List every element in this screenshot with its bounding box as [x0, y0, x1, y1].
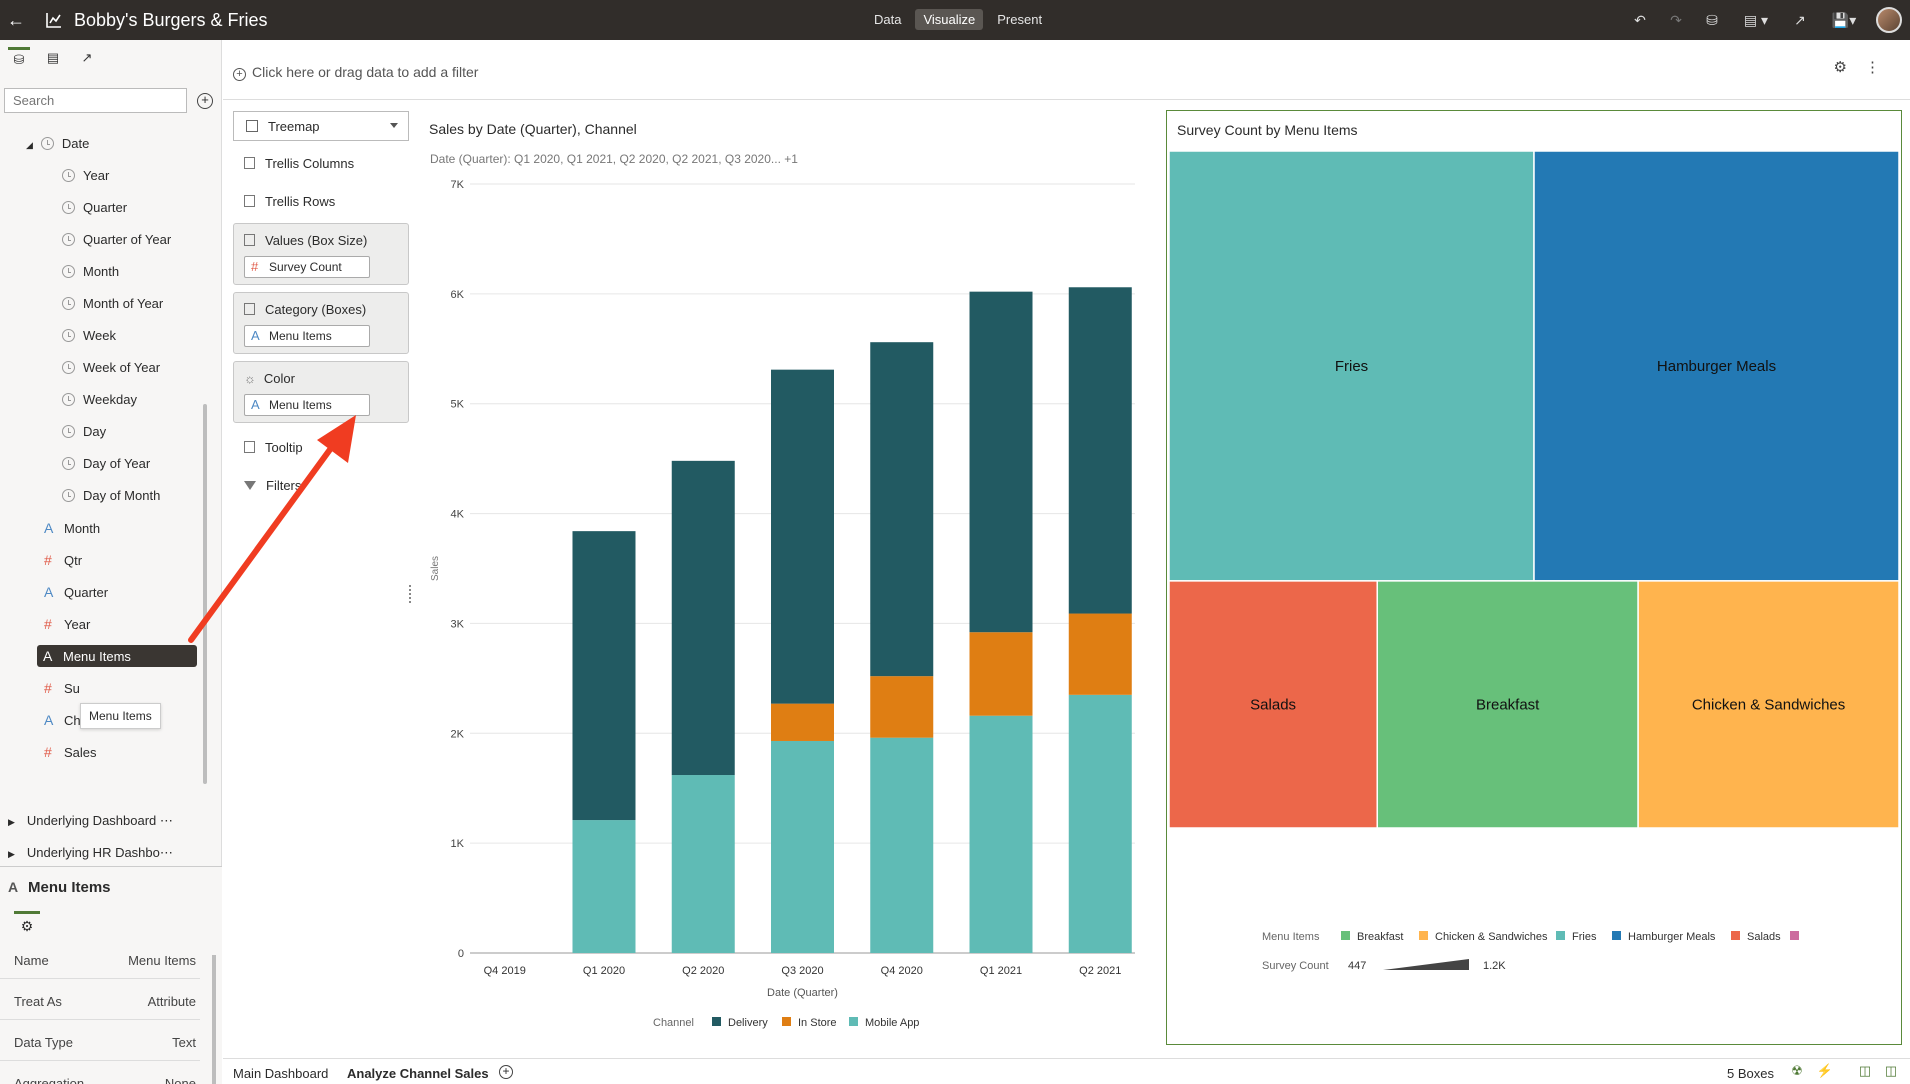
x-tick-label: Q2 2020	[682, 965, 724, 977]
treemap-box-label: Chicken & Sandwiches	[1692, 696, 1845, 713]
x-tick-label: Q4 2019	[484, 965, 526, 977]
bar-segment-delivery[interactable]	[1068, 287, 1132, 614]
y-tick-label: 3K	[451, 618, 465, 630]
x-tick-label: Q1 2020	[583, 965, 625, 977]
size-legend-max: 1.2K	[1483, 960, 1506, 972]
treemap-box-label: Salads	[1250, 696, 1296, 713]
legend-swatch	[712, 1017, 721, 1026]
size-legend-min: 447	[1348, 960, 1366, 972]
y-tick-label: 6K	[451, 289, 465, 301]
y-axis-title: Sales	[430, 556, 441, 581]
chart-title: Sales by Date (Quarter), Channel	[429, 121, 637, 137]
legend-swatch	[1341, 931, 1350, 940]
legend-swatch	[1556, 931, 1565, 940]
legend-item[interactable]: Delivery	[728, 1017, 768, 1029]
bar-segment-delivery[interactable]	[771, 369, 834, 704]
treemap-box-label: Fries	[1335, 358, 1368, 375]
layout-split-icon[interactable]: ◫	[1882, 1063, 1900, 1081]
subtitle-value: Q1 2020, Q1 2021, Q2 2020, Q2 2021, Q3 2…	[514, 152, 798, 166]
legend-item[interactable]: Mobile App	[865, 1017, 919, 1029]
y-tick-label: 7K	[451, 179, 465, 191]
tab-main-dashboard[interactable]: Main Dashboard	[233, 1066, 328, 1081]
y-tick-label: 1K	[451, 838, 465, 850]
size-legend-label: Survey Count	[1262, 960, 1329, 972]
tab-analyze-channel-sales[interactable]: Analyze Channel Sales	[347, 1066, 489, 1081]
treemap-svg: Fries Hamburger Meals Salads Breakfast Chick…	[1168, 150, 1900, 972]
subtitle-label: Date (Quarter):	[430, 152, 511, 166]
y-tick-label: 5K	[451, 399, 465, 411]
lightning-icon[interactable]: ⚡	[1816, 1063, 1834, 1081]
legend-swatch	[1612, 931, 1621, 940]
sales-bar-chart[interactable]: Sales by Date (Quarter), Channel Date (Q…	[418, 110, 1148, 1055]
legend-title: Menu Items	[1262, 931, 1320, 943]
legend-title: Channel	[653, 1017, 694, 1029]
bar-segment-mobile-app[interactable]	[671, 775, 735, 953]
x-tick-label: Q2 2021	[1079, 965, 1121, 977]
bar-segment-mobile-app[interactable]	[1068, 694, 1132, 953]
legend-swatch	[849, 1017, 858, 1026]
status-text: 5 Boxes	[1727, 1066, 1774, 1081]
legend-swatch	[1731, 931, 1740, 940]
bar-segment-delivery[interactable]	[572, 531, 636, 821]
legend-swatch	[1419, 931, 1428, 940]
x-axis-title: Date (Quarter)	[767, 987, 838, 999]
bar-segment-mobile-app[interactable]	[969, 715, 1033, 953]
legend-item[interactable]: In Store	[798, 1017, 837, 1029]
survey-treemap-chart[interactable]: Survey Count by Menu Items Fries Hamburge…	[1166, 110, 1902, 1045]
legend-swatch	[1790, 931, 1799, 940]
legend-swatch	[782, 1017, 791, 1026]
resize-handle-icon[interactable]	[409, 585, 413, 603]
x-tick-label: Q1 2021	[980, 965, 1022, 977]
bar-segment-delivery[interactable]	[969, 291, 1033, 633]
x-tick-label: Q3 2020	[781, 965, 823, 977]
add-canvas-icon[interactable]: +	[499, 1065, 513, 1079]
bar-segment-in-store[interactable]	[969, 632, 1033, 716]
bar-segment-in-store[interactable]	[771, 703, 834, 741]
chart-title: Survey Count by Menu Items	[1177, 122, 1358, 138]
bar-segment-mobile-app[interactable]	[572, 820, 636, 953]
layout-left-icon[interactable]: ◫	[1856, 1063, 1874, 1081]
arrow-shaft	[188, 441, 337, 643]
legend-item[interactable]: Breakfast	[1357, 931, 1403, 943]
legend-item[interactable]: Salads	[1747, 931, 1781, 943]
treemap-box-label: Breakfast	[1476, 696, 1540, 713]
y-tick-label: 2K	[451, 728, 465, 740]
treemap-box-label: Hamburger Meals	[1657, 358, 1776, 375]
bar-chart-svg: 0 1K 2K 3K 4K 5K 6K 7K Q4 2019 Q1 2020 Q2 2020 Q3 2…	[430, 179, 1135, 1029]
legend-item[interactable]: Chicken & Sandwiches	[1435, 931, 1548, 943]
legend-item[interactable]: Hamburger Meals	[1628, 931, 1716, 943]
filter-status-icon[interactable]: ☢	[1788, 1063, 1806, 1081]
y-tick-label: 4K	[451, 509, 465, 521]
bar-segment-delivery[interactable]	[870, 342, 934, 677]
y-tick-label: 0	[458, 948, 464, 960]
legend-item[interactable]: Fries	[1572, 931, 1597, 943]
x-tick-label: Q4 2020	[881, 965, 923, 977]
canvas-tabs-bar: Main Dashboard Analyze Channel Sales + 5…	[223, 1058, 1910, 1084]
bar-segment-in-store[interactable]	[1068, 613, 1132, 695]
chart-subtitle: Date (Quarter): Q1 2020, Q1 2021, Q2 202…	[430, 152, 798, 166]
bar-segment-delivery[interactable]	[671, 460, 735, 776]
bar-segment-in-store[interactable]	[870, 676, 934, 738]
size-legend-wedge	[1383, 959, 1469, 970]
bar-segment-mobile-app[interactable]	[771, 740, 834, 953]
bar-segment-mobile-app[interactable]	[870, 737, 934, 953]
